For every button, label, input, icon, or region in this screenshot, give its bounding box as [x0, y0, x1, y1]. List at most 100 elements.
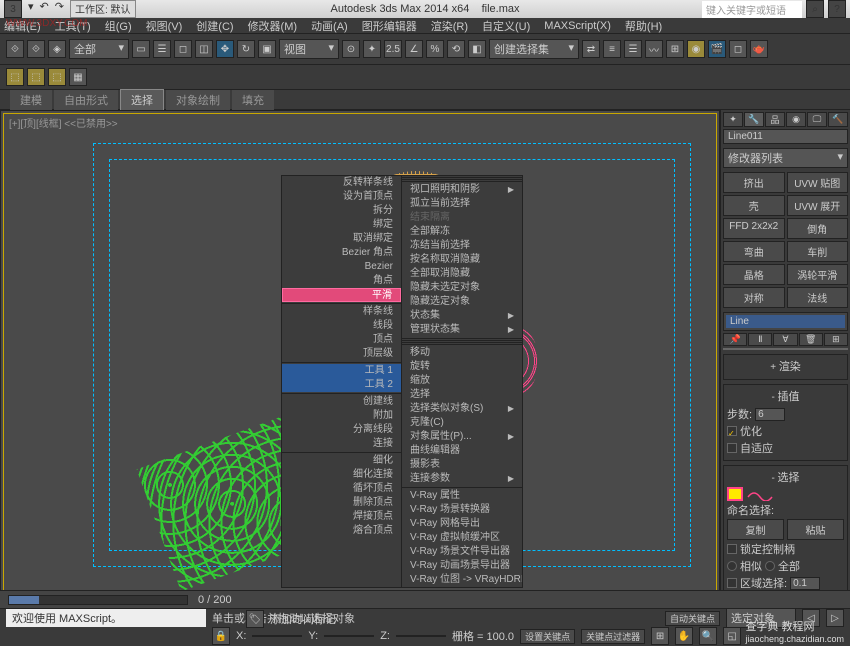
menu-render[interactable]: 渲染(R) [431, 18, 468, 34]
viewport[interactable]: [+][顶][线框] <<已禁用>> 反转样条线设为首顶点拆分绑定取消绑定Bez… [0, 110, 720, 610]
ribbon-icon-3[interactable]: ⬚ [48, 68, 66, 86]
menu-view[interactable]: 视图(V) [146, 18, 183, 34]
btn-lattice[interactable]: 晶格 [723, 264, 785, 285]
ctx-按名称取消隐藏[interactable]: 按名称取消隐藏 [402, 253, 522, 267]
ctx-连接[interactable]: 连接 [282, 437, 401, 451]
ctx-全部取消隐藏[interactable]: 全部取消隐藏 [402, 267, 522, 281]
menu-graph[interactable]: 图形编辑器 [362, 18, 417, 34]
ctx-取消绑定[interactable]: 取消绑定 [282, 232, 401, 246]
render-icon[interactable]: 🫖 [750, 40, 768, 58]
ctx-孤立当前选择[interactable]: 孤立当前选择 [402, 197, 522, 211]
select-name-icon[interactable]: ☰ [153, 40, 171, 58]
render-frame-icon[interactable]: ◻ [729, 40, 747, 58]
search-input[interactable]: 键入关键字或短语 [702, 1, 802, 18]
pivot-icon[interactable]: ⊙ [342, 40, 360, 58]
workspace-dropdown[interactable]: 工作区: 默认 [70, 0, 136, 18]
object-name-input[interactable]: Line011 [723, 129, 848, 144]
filter-dropdown[interactable]: 全部▾ [69, 39, 129, 59]
nsel-icon[interactable]: ◧ [468, 40, 486, 58]
ctx-绑定[interactable]: 绑定 [282, 218, 401, 232]
render-setup-icon[interactable]: 🎬 [708, 40, 726, 58]
ctx-对象属性(P)...[interactable]: 对象属性(P)... [402, 430, 522, 444]
menu-help[interactable]: 帮助(H) [625, 18, 662, 34]
menu-modifiers[interactable]: 修改器(M) [248, 18, 298, 34]
menu-create[interactable]: 创建(C) [196, 18, 233, 34]
stack-remove-icon[interactable]: 🗑 [799, 333, 823, 346]
modifier-list[interactable]: 修改器列表▾ [723, 148, 848, 168]
ctx-焊接顶点[interactable]: 焊接顶点 [282, 510, 401, 524]
spinner-snap-icon[interactable]: ⟲ [447, 40, 465, 58]
btn-extrude[interactable]: 挤出 [723, 172, 785, 193]
ctx-样条线[interactable]: 样条线 [282, 305, 401, 319]
ctx-连接参数[interactable]: 连接参数 [402, 472, 522, 486]
redo-icon[interactable]: ↷ [55, 0, 64, 18]
segment-subobj-icon[interactable] [746, 487, 776, 501]
ctx-细化连接[interactable]: 细化连接 [282, 468, 401, 482]
btn-bend[interactable]: 弯曲 [723, 241, 785, 262]
stack-show-icon[interactable]: Ⅱ [748, 333, 772, 346]
ctx-选择[interactable]: 选择 [402, 388, 522, 402]
area-check[interactable] [727, 578, 737, 588]
autokey-button[interactable]: 自动关键点 [665, 611, 720, 626]
angle-snap-icon[interactable]: ∠ [405, 40, 423, 58]
modifier-stack[interactable]: Line [723, 312, 848, 331]
time-slider[interactable] [8, 595, 188, 605]
ctx-缩放[interactable]: 缩放 [402, 374, 522, 388]
ctx-V-Ray 场景文件导出器[interactable]: V-Ray 场景文件导出器 [402, 545, 522, 559]
ctx-旋转[interactable]: 旋转 [402, 360, 522, 374]
menu-maxscript[interactable]: MAXScript(X) [544, 20, 611, 32]
ctx-熔合顶点[interactable]: 熔合顶点 [282, 524, 401, 538]
ctx-结束隔离[interactable]: 结束隔离 [402, 211, 522, 225]
tab-populate[interactable]: 填充 [232, 90, 274, 110]
btn-unwrap[interactable]: UVW 展开 [787, 195, 849, 216]
ctx-Bezier[interactable]: Bezier [282, 260, 401, 274]
ctx-摄影表[interactable]: 摄影表 [402, 458, 522, 472]
ctx-分离线段[interactable]: 分离线段 [282, 423, 401, 437]
rotate-icon[interactable]: ↻ [237, 40, 255, 58]
undo-icon[interactable]: ↶ [40, 0, 49, 18]
stack-unique-icon[interactable]: ∀ [773, 333, 797, 346]
optimize-check[interactable] [727, 426, 737, 436]
ctx-平滑[interactable]: 平滑 [282, 288, 401, 302]
ctx-附加[interactable]: 附加 [282, 409, 401, 423]
window-crossing-icon[interactable]: ◫ [195, 40, 213, 58]
search-icon[interactable]: ⌕ [806, 0, 824, 18]
area-input[interactable]: 0.1 [790, 577, 820, 590]
motion-tab-icon[interactable]: ◉ [786, 112, 806, 127]
btn-shell[interactable]: 壳 [723, 195, 785, 216]
ctx-循坏顶点[interactable]: 循坏顶点 [282, 482, 401, 496]
layer-icon[interactable]: ☰ [624, 40, 642, 58]
ctx-全部解冻[interactable]: 全部解冻 [402, 225, 522, 239]
time-handle[interactable] [9, 596, 39, 604]
ribbon-icon-2[interactable]: ⬚ [27, 68, 45, 86]
btn-lathe[interactable]: 车削 [787, 241, 849, 262]
ctx-反转样条线[interactable]: 反转样条线 [282, 176, 401, 190]
align-icon[interactable]: ≡ [603, 40, 621, 58]
vp-zoom-icon[interactable]: 🔍 [699, 627, 717, 645]
utilities-tab-icon[interactable]: 🔨 [828, 112, 848, 127]
create-tab-icon[interactable]: ✦ [723, 112, 743, 127]
render-rollout[interactable]: + 渲染 [723, 354, 848, 380]
named-sel-dropdown[interactable]: 创建选择集▾ [489, 39, 579, 59]
select-icon[interactable]: ▭ [132, 40, 150, 58]
hierarchy-tab-icon[interactable]: 品 [765, 112, 785, 127]
ctx-冻结当前选择[interactable]: 冻结当前选择 [402, 239, 522, 253]
ctx-创建线[interactable]: 创建线 [282, 395, 401, 409]
schematic-icon[interactable]: ⊞ [666, 40, 684, 58]
ctx-工具 2[interactable]: 工具 2 [282, 378, 401, 392]
percent-snap-icon[interactable]: % [426, 40, 444, 58]
ribbon-icon-4[interactable]: ▦ [69, 68, 87, 86]
lock-check[interactable] [727, 544, 737, 554]
x-input[interactable] [252, 635, 302, 637]
curve-editor-icon[interactable]: 〰 [645, 40, 663, 58]
y-input[interactable] [324, 635, 374, 637]
ctx-移动[interactable]: 移动 [402, 346, 522, 360]
tab-selection[interactable]: 选择 [120, 89, 164, 111]
unlink-icon[interactable]: ⟐ [27, 40, 45, 58]
lock-icon[interactable]: 🔒 [212, 627, 230, 645]
ctx-V-Ray 位图 -> VRayHDRI 转换器[interactable]: V-Ray 位图 -> VRayHDRI 转换器 [402, 573, 522, 587]
z-input[interactable] [396, 635, 446, 637]
ctx-顶点[interactable]: 顶点 [282, 333, 401, 347]
paste-button[interactable]: 粘贴 [787, 519, 844, 540]
similar-radio[interactable] [727, 561, 737, 571]
